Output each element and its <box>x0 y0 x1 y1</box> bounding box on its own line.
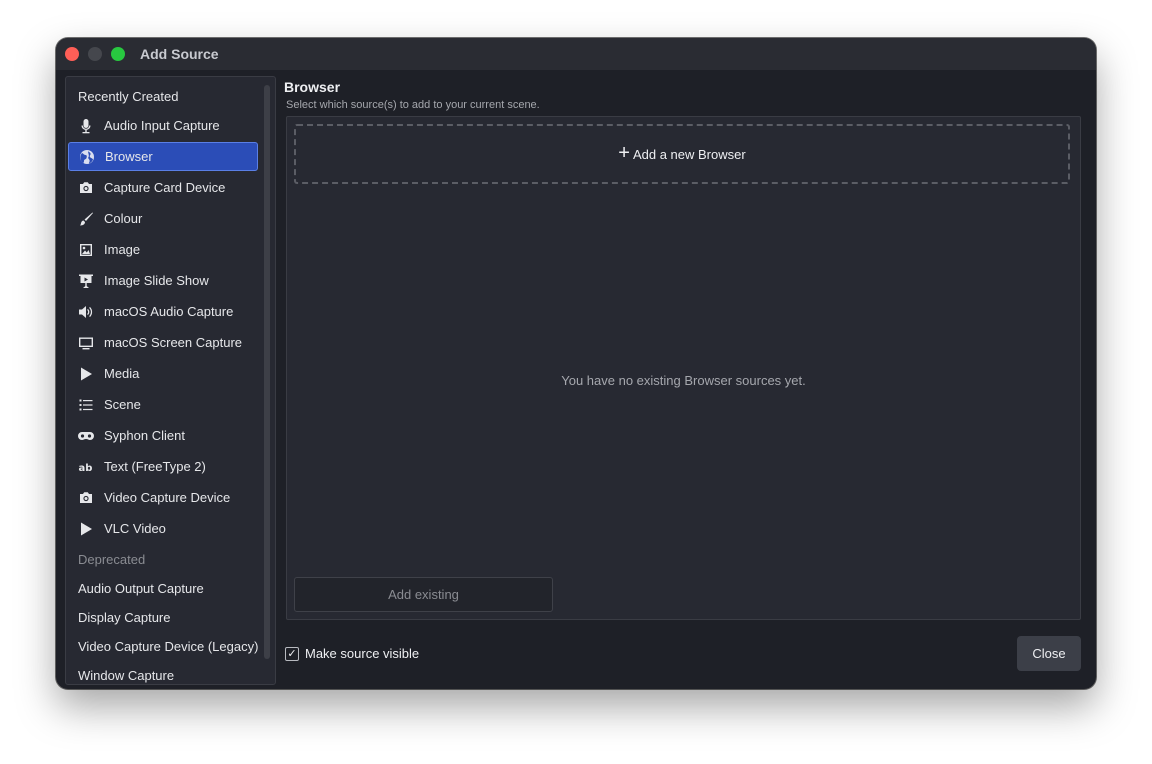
sidebar-item-browser[interactable]: Browser <box>68 142 258 171</box>
sidebar-item-label: Media <box>104 366 140 381</box>
play-icon <box>77 520 95 538</box>
paintbrush-icon <box>77 210 95 228</box>
window-close-button[interactable] <box>65 47 79 61</box>
source-type-list: Recently Created Audio Input Capture Bro… <box>65 76 276 685</box>
gamepad-icon <box>77 427 95 445</box>
sidebar-item-video-capture-device-legacy[interactable]: Video Capture Device (Legacy) <box>78 639 258 654</box>
sidebar-item-scene[interactable]: Scene <box>68 390 258 419</box>
section-deprecated: Deprecated <box>78 552 146 567</box>
sidebar-item-label: Video Capture Device <box>104 490 231 505</box>
sidebar-item-image-slide-show[interactable]: Image Slide Show <box>68 266 258 295</box>
slideshow-icon <box>77 272 95 290</box>
close-button[interactable]: Close <box>1017 636 1081 671</box>
sidebar-item-label: Colour <box>104 211 143 226</box>
sidebar-item-window-capture[interactable]: Window Capture <box>78 668 174 683</box>
sidebar-item-label: Text (FreeType 2) <box>104 459 206 474</box>
sidebar-item-capture-card-device[interactable]: Capture Card Device <box>68 173 258 202</box>
plus-icon: + <box>618 142 630 164</box>
sidebar-item-video-capture-device[interactable]: Video Capture Device <box>68 483 258 512</box>
sidebar-item-audio-input-capture[interactable]: Audio Input Capture <box>68 111 258 140</box>
sidebar-item-label: Capture Card Device <box>104 180 226 195</box>
empty-state-message: You have no existing Browser sources yet… <box>561 373 806 388</box>
window-minimize-button[interactable] <box>88 47 102 61</box>
window-title: Add Source <box>140 46 219 62</box>
sidebar-item-macos-audio-capture[interactable]: macOS Audio Capture <box>68 297 258 326</box>
add-existing-button[interactable]: Add existing <box>294 577 553 612</box>
sidebar-item-syphon-client[interactable]: Syphon Client <box>68 421 258 450</box>
camera-icon <box>77 489 95 507</box>
sidebar-item-colour[interactable]: Colour <box>68 204 258 233</box>
add-source-dialog: Add Source Recently Created Audio Input … <box>56 38 1096 689</box>
make-source-visible-label: Make source visible <box>305 646 420 661</box>
sidebar-item-label: Syphon Client <box>104 428 185 443</box>
title-bar: Add Source <box>56 38 1096 70</box>
sidebar-item-label: macOS Audio Capture <box>104 304 234 319</box>
text-icon: ab <box>77 458 95 476</box>
image-icon <box>77 241 95 259</box>
window-maximize-button[interactable] <box>111 47 125 61</box>
globe-icon <box>78 148 96 166</box>
sidebar-item-label: Scene <box>104 397 141 412</box>
add-new-browser-button[interactable]: + Add a new Browser <box>294 124 1070 184</box>
make-source-visible-checkbox[interactable]: ✓ <box>285 646 299 661</box>
sidebar-item-text-freetype-2[interactable]: ab Text (FreeType 2) <box>68 452 258 481</box>
sidebar-item-image[interactable]: Image <box>68 235 258 264</box>
existing-sources-panel: + Add a new Browser You have no existing… <box>286 116 1081 620</box>
section-heading: Browser <box>284 79 341 95</box>
sidebar-item-label: Audio Input Capture <box>104 118 220 133</box>
monitor-icon <box>77 334 95 352</box>
sidebar-item-label: Image <box>104 242 141 257</box>
sidebar-item-label: VLC Video <box>104 521 166 536</box>
sidebar-item-label: macOS Screen Capture <box>104 335 243 350</box>
sidebar-item-label: Browser <box>105 149 153 164</box>
sidebar-item-audio-output-capture[interactable]: Audio Output Capture <box>78 581 204 596</box>
sidebar-item-macos-screen-capture[interactable]: macOS Screen Capture <box>68 328 258 357</box>
sidebar-scrollbar[interactable] <box>264 85 270 659</box>
section-recently-created: Recently Created <box>78 89 179 104</box>
add-new-label: Add a new Browser <box>632 146 746 162</box>
make-source-visible-toggle[interactable]: ✓ Make source visible <box>285 646 419 661</box>
svg-text:ab: ab <box>79 463 93 474</box>
play-icon <box>77 365 95 383</box>
sidebar-item-media[interactable]: Media <box>68 359 258 388</box>
sidebar-item-display-capture[interactable]: Display Capture <box>78 610 171 625</box>
microphone-icon <box>77 117 95 135</box>
speaker-icon <box>77 303 95 321</box>
sidebar-item-label: Image Slide Show <box>104 273 209 288</box>
camera-icon <box>77 179 95 197</box>
section-subtitle: Select which source(s) to add to your cu… <box>286 99 540 111</box>
list-icon <box>77 396 95 414</box>
sidebar-item-vlc-video[interactable]: VLC Video <box>68 514 258 543</box>
